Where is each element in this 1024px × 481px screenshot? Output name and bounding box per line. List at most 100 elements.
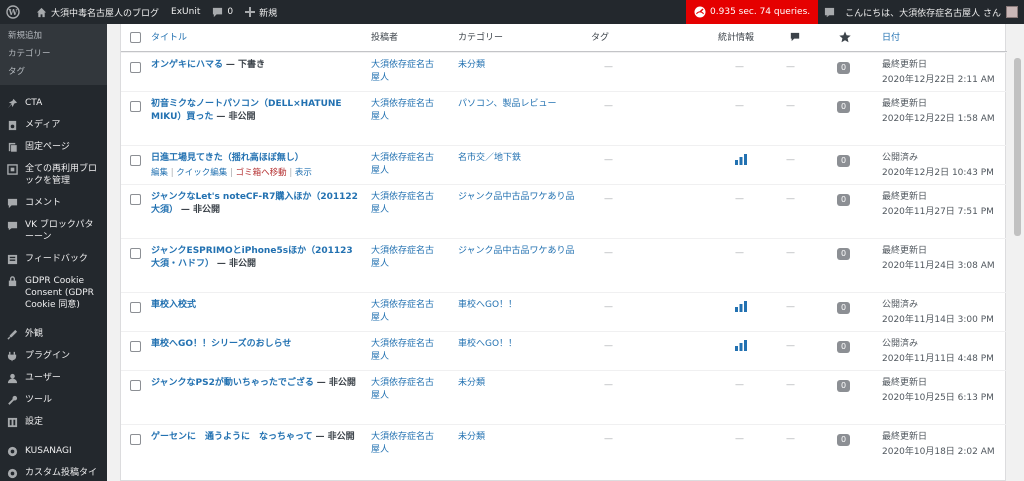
- row-checkbox[interactable]: [130, 248, 141, 259]
- comments-link[interactable]: 0: [206, 0, 239, 24]
- sidebar-item-tools[interactable]: ツール: [0, 389, 107, 411]
- sidebar-item-users[interactable]: ユーザー: [0, 367, 107, 389]
- post-author-link[interactable]: 大須依存症名古屋人: [371, 152, 441, 178]
- column-author: 投稿者: [371, 33, 399, 43]
- sidebar-item-label: プラグイン: [25, 351, 71, 361]
- post-category-link[interactable]: 車校へGO！！: [458, 299, 578, 312]
- sidebar-item-gdpr-cookie[interactable]: GDPR Cookie Consent (GDPR Cookie 同意): [0, 270, 107, 316]
- post-count-badge: 0: [837, 434, 857, 447]
- column-stats: 統計情報: [718, 33, 755, 43]
- scrollbar-thumb[interactable]: [1014, 58, 1021, 236]
- post-title-link[interactable]: ゲーセンに 通うように なっちゃって: [151, 432, 313, 442]
- submenu-item-add-new[interactable]: 新規追加: [0, 27, 107, 45]
- post-title-link[interactable]: 車校へGO！！シリーズのおしらせ: [151, 339, 291, 349]
- post-author-link[interactable]: 大須依存症名古屋人: [371, 299, 441, 325]
- post-author-link[interactable]: 大須依存症名古屋人: [371, 431, 441, 457]
- edit-link[interactable]: 編集: [151, 168, 168, 178]
- post-category-link[interactable]: ジャンク品中古品ワケあり品: [458, 245, 578, 258]
- sidebar-item-feedback[interactable]: フィードバック: [0, 248, 107, 270]
- date-value: 2020年11月24日 3:08 AM: [882, 261, 995, 271]
- user-icon: [6, 372, 18, 384]
- sidebar-item-kusanagi[interactable]: KUSANAGI: [0, 440, 107, 462]
- post-tags: —: [604, 434, 613, 444]
- post-title-link[interactable]: オンゲキにハマる: [151, 60, 223, 70]
- date-value: 2020年11月14日 3:00 PM: [882, 315, 994, 325]
- exunit-link[interactable]: ExUnit: [165, 0, 206, 24]
- post-date-cell: 最終更新日 2020年11月24日 3:08 AM: [882, 245, 1007, 273]
- trash-link[interactable]: ゴミ箱へ移動: [236, 168, 287, 178]
- kusanagi-icon: [6, 445, 18, 457]
- post-tags: —: [604, 380, 613, 390]
- submenu-item-tags[interactable]: タグ: [0, 63, 107, 81]
- my-account-link[interactable]: こんにちは、大須依存症名古屋人 さん: [818, 0, 1024, 24]
- column-date[interactable]: 日付: [882, 32, 1007, 45]
- date-value: 2020年12月22日 1:58 AM: [882, 114, 995, 124]
- page-scrollbar[interactable]: [1011, 24, 1024, 481]
- sidebar-item-label: 固定ページ: [25, 142, 70, 152]
- post-state: — 非公開: [180, 205, 221, 215]
- post-author-link[interactable]: 大須依存症名古屋人: [371, 245, 441, 271]
- main-content: タイトル 投稿者 カテゴリー タグ 統計情報 日付 オンゲキにハマる — 下書き…: [107, 24, 1011, 481]
- post-category-link[interactable]: 車校へGO！！: [458, 338, 578, 351]
- sidebar-item-label: 設定: [25, 417, 44, 427]
- sidebar-item-custom-post-type[interactable]: カスタム投稿タイ: [0, 462, 107, 481]
- post-comments: —: [786, 194, 795, 204]
- post-title-link[interactable]: 車校入校式: [151, 300, 196, 310]
- row-checkbox[interactable]: [130, 101, 141, 112]
- post-category-link[interactable]: ジャンク品中古品ワケあり品: [458, 191, 578, 204]
- query-monitor-button[interactable]: 0.935 sec. 74 queries.: [686, 0, 819, 24]
- row-checkbox[interactable]: [130, 194, 141, 205]
- pin-icon: [6, 97, 18, 109]
- wp-logo-button[interactable]: W: [0, 0, 30, 24]
- new-label: 新規: [259, 8, 278, 19]
- sidebar-item-appearance[interactable]: 外観: [0, 323, 107, 345]
- action-separator: |: [289, 168, 293, 178]
- post-author-link[interactable]: 大須依存症名古屋人: [371, 377, 441, 403]
- menu-separator: [0, 85, 107, 92]
- post-date-cell: 最終更新日 2020年12月22日 2:11 AM: [882, 59, 1007, 87]
- post-category-link[interactable]: 未分類: [458, 431, 578, 444]
- post-count-badge: 0: [837, 62, 857, 75]
- row-checkbox[interactable]: [130, 62, 141, 73]
- post-category-link[interactable]: 未分類: [458, 59, 578, 72]
- quick-edit-link[interactable]: クイック編集: [176, 168, 227, 178]
- comments-column-icon[interactable]: [790, 32, 810, 47]
- count-value: 0: [837, 101, 850, 113]
- table-row: 初音ミクなノートパソコン（DELL×HATUNE MIKU）買った — 非公開大…: [121, 91, 1007, 145]
- column-title[interactable]: タイトル: [151, 32, 361, 45]
- post-author-link[interactable]: 大須依存症名古屋人: [371, 338, 441, 364]
- row-checkbox[interactable]: [130, 380, 141, 391]
- new-content-link[interactable]: 新規: [239, 0, 283, 24]
- sidebar-item-pages[interactable]: 固定ページ: [0, 136, 107, 158]
- sidebar-item-reusable-blocks[interactable]: 全ての再利用ブロックを管理: [0, 158, 107, 192]
- site-name-link[interactable]: 大須中毒名古屋人のブログ: [30, 0, 165, 24]
- view-link[interactable]: 表示: [295, 168, 312, 178]
- post-date-cell: 公開済み 2020年11月11日 4:48 PM: [882, 338, 1007, 366]
- star-icon[interactable]: [839, 31, 859, 48]
- sidebar-item-label: カスタム投稿タイ: [25, 468, 98, 478]
- submenu-item-categories[interactable]: カテゴリー: [0, 45, 107, 63]
- post-title-link[interactable]: ジャンクなPS2が動いちゃったでござる: [151, 378, 314, 388]
- select-all-checkbox[interactable]: [130, 32, 141, 43]
- row-checkbox[interactable]: [130, 341, 141, 352]
- row-checkbox[interactable]: [130, 155, 141, 166]
- post-author-link[interactable]: 大須依存症名古屋人: [371, 98, 441, 124]
- sidebar-item-cta[interactable]: CTA: [0, 92, 107, 114]
- sidebar-item-media[interactable]: メディア: [0, 114, 107, 136]
- table-row: オンゲキにハマる — 下書き 大須依存症名古屋人 未分類 — — —0 最終更新日 2020年…: [121, 52, 1007, 91]
- post-title-link[interactable]: 日進工場見てきた（揺れ高ほぼ無し）: [151, 153, 304, 163]
- post-author-link[interactable]: 大須依存症名古屋人: [371, 59, 441, 85]
- post-category-link[interactable]: 名市交／地下鉄: [458, 152, 578, 165]
- row-checkbox[interactable]: [130, 434, 141, 445]
- sidebar-item-plugins[interactable]: プラグイン: [0, 345, 107, 367]
- sidebar-item-label: VK ブロックパターーン: [25, 220, 94, 242]
- post-category-link[interactable]: パソコン、製品レビュー: [458, 98, 578, 111]
- row-checkbox[interactable]: [130, 302, 141, 313]
- post-category-link[interactable]: 未分類: [458, 377, 578, 390]
- table-row: ジャンクなPS2が動いちゃったでござる — 非公開 大須依存症名古屋人 未分類 — — —…: [121, 370, 1007, 424]
- post-state: — 非公開: [315, 432, 355, 442]
- post-author-link[interactable]: 大須依存症名古屋人: [371, 191, 441, 217]
- sidebar-item-vk-block-patterns[interactable]: VK ブロックパターーン: [0, 214, 107, 248]
- sidebar-item-comments[interactable]: コメント: [0, 192, 107, 214]
- sidebar-item-settings[interactable]: 設定: [0, 411, 107, 433]
